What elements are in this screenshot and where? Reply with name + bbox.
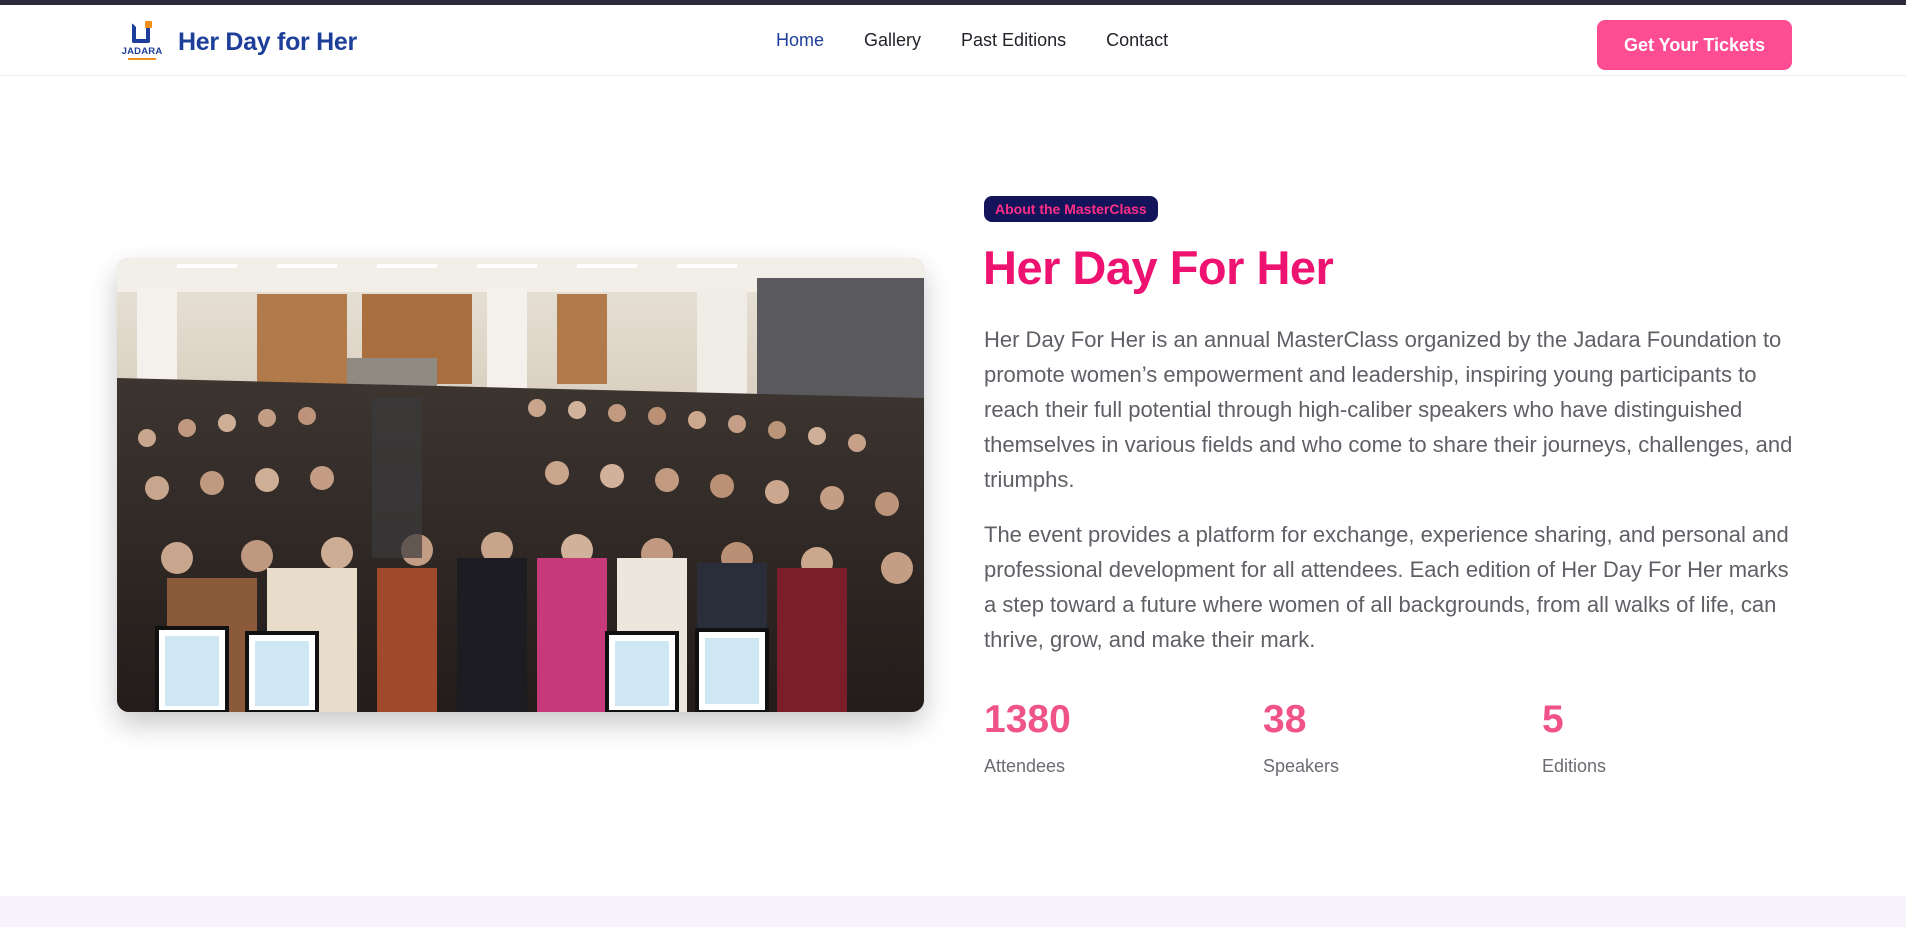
- about-paragraph-1: Her Day For Her is an annual MasterClass…: [984, 327, 1793, 492]
- stat-value: 1380: [984, 698, 1071, 741]
- brand[interactable]: JADARA Her Day for Her: [120, 21, 357, 63]
- stat-label: Editions: [1542, 756, 1607, 776]
- next-section-band: [0, 896, 1906, 927]
- stat-value: 5: [1542, 698, 1564, 741]
- stat-editions: 5 Editions: [1542, 698, 1606, 777]
- stat-value: 38: [1263, 698, 1307, 741]
- stat-label: Attendees: [984, 756, 1066, 776]
- event-audience-photo: [117, 258, 924, 712]
- brand-name: Her Day for Her: [178, 27, 357, 56]
- section-title: Her Day For Her: [983, 241, 1334, 294]
- nav-contact[interactable]: Contact: [1106, 30, 1168, 51]
- nav-gallery[interactable]: Gallery: [864, 30, 921, 51]
- nav-past-editions[interactable]: Past Editions: [961, 30, 1066, 51]
- stat-attendees: 1380 Attendees: [984, 698, 1071, 777]
- stat-speakers: 38 Speakers: [1263, 698, 1339, 777]
- section-badge: About the MasterClass: [984, 196, 1158, 222]
- get-tickets-button[interactable]: Get Your Tickets: [1597, 20, 1792, 70]
- main-nav: Home Gallery Past Editions Contact: [776, 30, 1168, 51]
- nav-home[interactable]: Home: [776, 30, 824, 51]
- jadara-logo: JADARA: [120, 21, 164, 63]
- site-header: JADARA Her Day for Her Home Gallery Past…: [0, 5, 1906, 76]
- stat-label: Speakers: [1263, 756, 1340, 776]
- about-paragraph-2: The event provides a platform for exchan…: [984, 522, 1789, 652]
